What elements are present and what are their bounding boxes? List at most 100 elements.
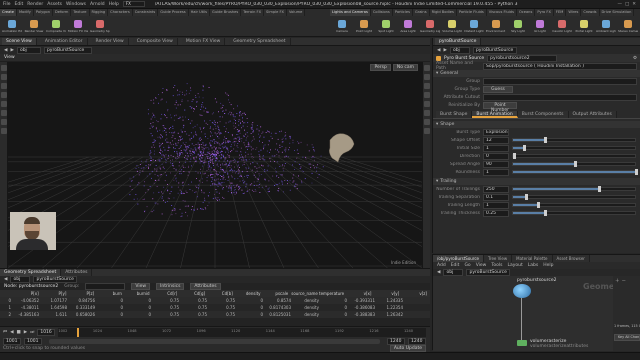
shelf-tool-portal-light[interactable]: Portal Light — [574, 19, 594, 33]
sheet-col-p-y[interactable]: P[y] — [42, 291, 70, 296]
trailing-folder[interactable]: ▾ Trailing — [433, 178, 640, 185]
shelf-tab-grains[interactable]: Grains — [412, 9, 430, 16]
lights-display-icon[interactable] — [424, 110, 430, 116]
scale-tool-icon[interactable] — [1, 92, 7, 98]
start-frame-field-2[interactable]: 1001 — [24, 337, 42, 345]
play-icon[interactable]: ▶ — [24, 330, 27, 335]
param-value-trailing-length[interactable]: 1 — [483, 201, 509, 209]
shelf-tab-particle-fluids[interactable]: Particle Fluids — [456, 9, 487, 16]
spreadsheet-tab-geometry-spreadsheet[interactable]: Geometry Spreadsheet — [0, 269, 62, 276]
slider-knob[interactable] — [537, 202, 541, 208]
param-subtab-burst-animation[interactable]: Burst Animation — [472, 111, 518, 118]
time-slider[interactable]: 1002 1024 1048 1072 1096 1120 1144 1168 1192 1216… — [58, 327, 426, 337]
start-frame-field[interactable]: 1001 — [3, 337, 21, 345]
network-tab-material-palette[interactable]: Material Palette — [512, 255, 553, 262]
shelf-tab-rigging[interactable]: Rigging — [89, 9, 109, 16]
close-icon[interactable]: ✕ — [632, 2, 636, 7]
shelf-tool-distant-light[interactable]: Distant Light — [464, 19, 484, 33]
key-all-channels-button[interactable]: Key All Channels — [614, 334, 640, 341]
param-subtab-burst-components[interactable]: Burst Components — [517, 111, 569, 118]
viewport-canvas[interactable]: Persp No cam Indie Edition — [8, 62, 422, 268]
shelf-tab-viscous-fluids[interactable]: Viscous Fluids — [486, 9, 517, 16]
network-tab-tree-view[interactable]: Tree View — [484, 255, 513, 262]
sheet-col-v-z[interactable]: v[z] — [402, 291, 430, 296]
sheet-attributes-button[interactable]: Attributes — [190, 283, 221, 290]
param-slider-direction[interactable] — [512, 153, 636, 159]
maximize-icon[interactable]: □ — [625, 2, 629, 7]
menu-assets[interactable]: Assets — [47, 2, 62, 7]
net-path-obj[interactable]: obj — [443, 269, 464, 276]
shelf-tool-area-light[interactable]: Area Light — [398, 19, 418, 33]
param-value-initial-size[interactable]: 1 — [483, 144, 509, 152]
tab-render-view[interactable]: Render View — [91, 38, 129, 45]
shelf-tab-wires[interactable]: Wires — [566, 9, 582, 16]
net-path-node[interactable]: pyroBurstSource — [466, 269, 511, 276]
sheet-group-field[interactable] — [85, 283, 126, 290]
tab-geometry-spreadsheet-top[interactable]: Geometry Spreadsheet — [229, 38, 291, 45]
slider-knob[interactable] — [522, 145, 526, 151]
zoom-out-icon[interactable]: － — [622, 278, 627, 284]
shelf-tab-rigid-bodies[interactable]: Rigid Bodies — [429, 9, 457, 16]
range-end-field-2[interactable]: 1240 — [408, 337, 426, 345]
menu-render[interactable]: Render — [27, 2, 43, 7]
network-tab-obj-pyroburstsource[interactable]: /obj/pyroBurstSource — [433, 255, 485, 262]
param-slider-trailing-thickness[interactable] — [512, 210, 636, 216]
param-value-trailing-separation[interactable]: 0.1 — [483, 193, 509, 201]
tab-composite-view[interactable]: Composite View — [132, 38, 178, 45]
rotate-tool-icon[interactable] — [1, 83, 7, 89]
auto-update-button[interactable]: Auto Update — [389, 345, 426, 352]
network-menu-go[interactable]: Go — [464, 263, 470, 268]
select-tool-icon[interactable] — [1, 65, 7, 71]
grid-display-icon[interactable] — [424, 101, 430, 107]
shelf-tool-geometry-spreadsheet[interactable]: Geometry Spreadsheet — [90, 19, 110, 33]
slider-knob[interactable] — [543, 137, 547, 143]
network-canvas[interactable]: pyroburstsource2 Geometry volumerasteriz… — [433, 276, 613, 351]
camera-button[interactable]: No cam — [392, 64, 418, 71]
param-value-roundness[interactable]: 1 — [483, 168, 509, 176]
sheet-col-p-z[interactable]: P[z] — [69, 291, 97, 296]
general-folder[interactable]: ▾ General — [433, 70, 640, 77]
shelf-tool-caustic-light[interactable]: Caustic Light — [552, 19, 572, 33]
sheet-col-source-name[interactable]: source_name — [291, 291, 319, 296]
param-path-obj[interactable]: obj — [449, 46, 470, 54]
network-node[interactable] — [513, 284, 531, 298]
gear-icon[interactable]: ⚙ — [633, 56, 637, 61]
param-subtab-output-attributes[interactable]: Output Attributes — [568, 111, 617, 118]
shelf-tab-drive-simulation[interactable]: Drive Simulation — [599, 9, 635, 16]
net-back-icon[interactable]: ◀ — [437, 270, 440, 275]
shelf-tab-deform[interactable]: Deform — [53, 9, 72, 16]
sheet-intrinsics-button[interactable]: Intrinsics — [156, 283, 185, 290]
network-menu-labs[interactable]: Labs — [528, 263, 538, 268]
range-slider[interactable] — [49, 338, 380, 344]
shelf-tool-render-view[interactable]: Render View — [24, 19, 44, 33]
bottom-node[interactable] — [517, 340, 527, 346]
slider-knob[interactable] — [525, 194, 529, 200]
shelf-tab-characters[interactable]: Characters — [108, 9, 133, 16]
forward-icon[interactable]: ▶ — [10, 48, 13, 53]
asset-field[interactable]: Sop/pyroburstsource ( Houdini Installati… — [483, 62, 637, 70]
shelf-tab-hair-utils[interactable]: Hair Utils — [188, 9, 211, 16]
tab-param[interactable]: pyroBurstSource — [435, 38, 482, 45]
last-frame-icon[interactable]: ⏭ — [30, 329, 34, 335]
shelf-tab-collisions[interactable]: Collisions — [370, 9, 393, 16]
menu-file[interactable]: File — [3, 2, 11, 7]
wireframe-display-icon[interactable] — [424, 65, 430, 71]
tab-animation-editor[interactable]: Animation Editor — [40, 38, 88, 45]
display-display-icon[interactable] — [424, 119, 430, 125]
first-frame-icon[interactable]: ⏮ — [3, 329, 7, 335]
shelf-tab-terrain-fx[interactable]: Terrain FX — [241, 9, 265, 16]
sheet-col-p-x[interactable]: P[x] — [14, 291, 42, 296]
slider-knob[interactable] — [543, 210, 547, 216]
network-menu-add[interactable]: Add — [437, 263, 446, 268]
shelf-tab-modify[interactable]: Modify — [16, 9, 34, 16]
sheet-col-burn[interactable]: burn — [97, 291, 125, 296]
desktop-select[interactable]: FX — [122, 1, 145, 7]
param-value-direction[interactable]: 0 — [483, 152, 509, 160]
shelf-tool-environment-light[interactable]: Environment Light — [486, 19, 506, 33]
group-type-select[interactable]: Guess — [483, 85, 513, 93]
stop-icon[interactable]: ■ — [17, 330, 21, 335]
param-slider-shape-offset[interactable] — [512, 137, 636, 143]
param-value-burst-type[interactable]: Explosion — [483, 128, 509, 136]
current-frame-field[interactable]: 1016 — [37, 328, 56, 336]
view-tool-icon[interactable] — [1, 119, 7, 125]
